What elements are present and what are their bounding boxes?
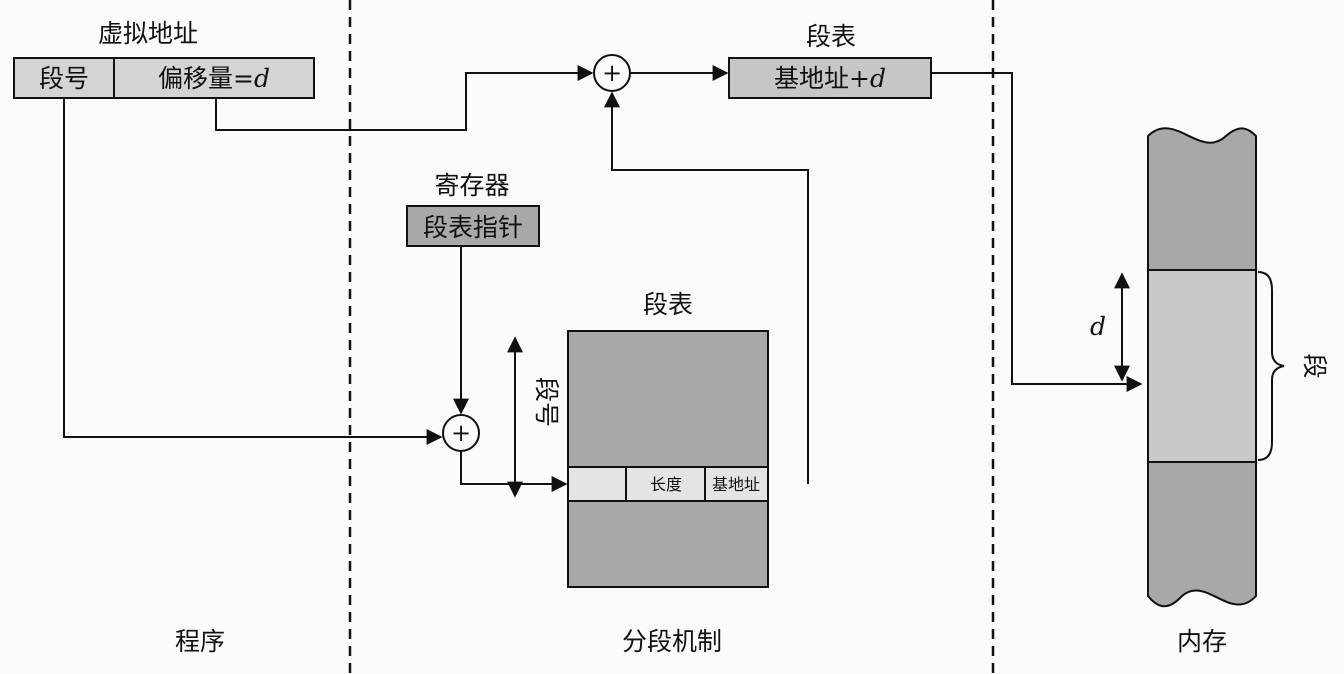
memory-segment-brace	[1257, 271, 1285, 461]
entry-length-label: 长度	[650, 475, 682, 494]
adder-to-table-entry-arrow	[460, 451, 568, 492]
adder-symbol-lower: +	[451, 419, 471, 447]
virtual-address-title: 虚拟地址	[98, 19, 198, 48]
memory-segment-label: 段	[1300, 353, 1329, 378]
segment-number-to-adder-arrow	[63, 98, 443, 445]
base-plus-prefix: 基地址+	[774, 64, 870, 93]
memory-segment-region	[1147, 269, 1257, 463]
segment-table	[567, 330, 769, 588]
memory-block	[1147, 127, 1257, 608]
base-plus-var: d	[870, 64, 886, 93]
entry-base-label: 基地址	[712, 475, 760, 494]
segmentation-diagram: 虚拟地址 段号 偏移量=d 程序 寄存器 段表指针 段表 长度 基地址 段号 +…	[13, 0, 1329, 674]
segment-table-pointer: 段表指针	[423, 213, 523, 242]
segment-number-field: 段号	[39, 64, 89, 93]
program-section-label: 程序	[175, 627, 225, 656]
segment-number-vertical: 段号	[532, 377, 561, 427]
address-to-memory-arrow	[931, 72, 1143, 392]
offset-field: 偏移量=d	[158, 64, 270, 93]
offset-field-var: d	[254, 64, 270, 93]
base-plus-d-label: 基地址+d	[774, 64, 886, 93]
segment-table-title: 段表	[643, 290, 693, 319]
mechanism-section-label: 分段机制	[622, 627, 722, 656]
register-title: 寄存器	[434, 171, 509, 200]
memory-offset-label: d	[1090, 312, 1106, 341]
adder-symbol-upper: +	[602, 59, 622, 87]
offset-field-prefix: 偏移量=	[158, 64, 254, 93]
memory-section-label: 内存	[1177, 627, 1227, 656]
top-segment-table-title: 段表	[806, 22, 856, 51]
